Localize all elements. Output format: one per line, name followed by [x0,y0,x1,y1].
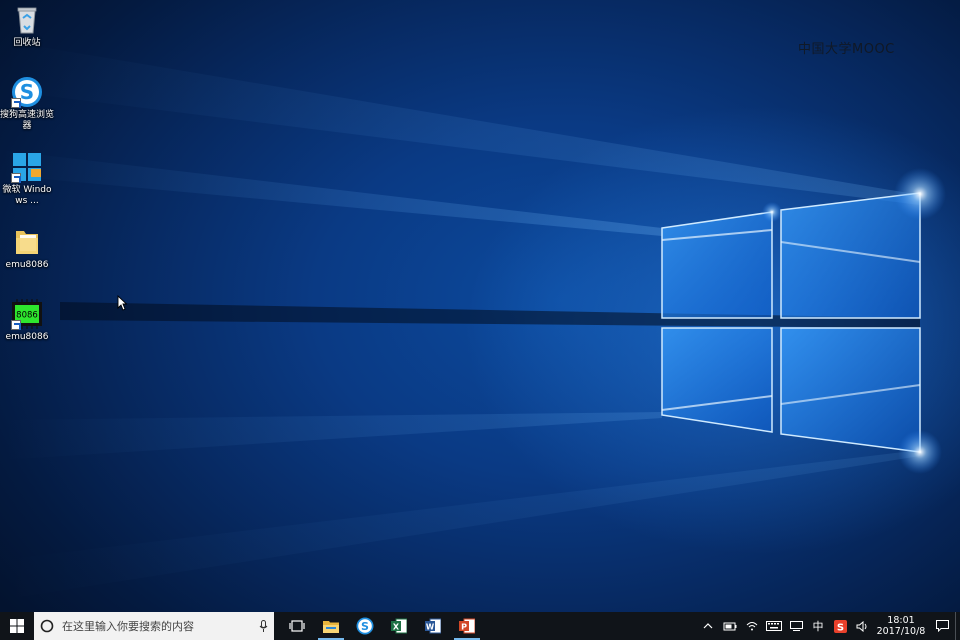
recycle-bin-icon [11,4,43,36]
wifi-icon [746,622,758,631]
mouse-cursor-icon [117,295,127,311]
desktop-icon-recycle-bin[interactable]: 回收站 [0,4,54,49]
chevron-up-icon [703,623,713,629]
taskbar: 在这里输入你要搜索的内容 S X W P 中 S 18:01 2017/10/8 [0,612,960,640]
tray-ime-language[interactable]: 中 [807,612,829,640]
show-hidden-icons-button[interactable] [697,612,719,640]
windows-installer-icon [11,151,43,183]
word-icon: W [425,618,441,634]
windows-start-icon [10,619,24,633]
powerpoint-icon: P [459,618,475,634]
microphone-icon[interactable] [252,619,274,633]
tray-sogou-input[interactable]: S [829,612,851,640]
tray-tablet-mode[interactable] [785,612,807,640]
taskbar-search-box[interactable]: 在这里输入你要搜索的内容 [34,612,274,640]
svg-text:X: X [393,623,400,632]
search-placeholder: 在这里输入你要搜索的内容 [62,620,194,633]
taskbar-powerpoint[interactable]: P [450,612,484,640]
desktop-icon-label: 搜狗高速浏览器 [0,110,55,131]
desktop[interactable]: 中国大学MOOC 回收站 S 搜狗高速浏览器 微软 Windows ... em… [0,0,960,612]
task-view-icon [289,620,305,632]
desktop-icon-emu8086-app[interactable]: 8086 emu8086 [0,298,54,343]
sogou-browser-icon: S [11,76,43,108]
taskbar-word[interactable]: W [416,612,450,640]
notification-icon [935,620,949,632]
svg-text:S: S [20,80,34,104]
shortcut-arrow-icon [11,320,21,330]
desktop-icon-label: emu8086 [5,332,49,342]
desktop-icon-label: 回收站 [13,38,41,48]
start-button[interactable] [0,612,34,640]
speaker-icon [856,620,866,632]
desktop-icon-label: 微软 Windows ... [2,185,52,206]
battery-plug-icon [723,622,737,631]
keyboard-icon [766,621,782,631]
windows-logo-wallpaper [0,40,946,600]
sogou-input-icon: S [833,619,847,633]
action-center-button[interactable] [929,612,955,640]
show-desktop-button[interactable] [955,612,960,640]
desktop-icon-emu8086-folder[interactable]: emu8086 [0,226,54,271]
tray-battery-status[interactable] [719,612,741,640]
chip-text: 8086 [16,311,38,321]
svg-text:S: S [361,620,369,633]
taskbar-excel[interactable]: X [382,612,416,640]
task-view-button[interactable] [280,612,314,640]
emu8086-chip-icon: 8086 [11,298,43,330]
clock-time: 18:01 [887,615,915,626]
excel-icon: X [391,618,407,634]
taskbar-sogou-browser[interactable]: S [348,612,382,640]
svg-text:W: W [426,623,435,632]
system-tray: 中 S 18:01 2017/10/8 [697,612,960,640]
svg-text:P: P [461,623,467,632]
shortcut-arrow-icon [11,98,21,108]
display-icon [789,621,803,631]
watermark: 中国大学MOOC [798,42,895,57]
file-explorer-icon [323,621,339,633]
cortana-circle-icon [40,619,54,633]
folder-icon [11,226,43,258]
svg-text:S: S [836,622,843,633]
clock-date: 2017/10/8 [876,626,926,637]
taskbar-file-explorer[interactable] [314,612,348,640]
tray-touch-keyboard[interactable] [763,612,785,640]
tray-wifi[interactable] [741,612,763,640]
desktop-icon-sogou-browser[interactable]: S 搜狗高速浏览器 [0,76,54,132]
tray-volume[interactable] [851,612,873,640]
shortcut-arrow-icon [11,173,21,183]
taskbar-clock[interactable]: 18:01 2017/10/8 [873,615,929,637]
desktop-icon-label: emu8086 [5,260,49,270]
desktop-icon-windows-installer[interactable]: 微软 Windows ... [0,151,54,207]
sogou-browser-icon: S [356,617,374,635]
